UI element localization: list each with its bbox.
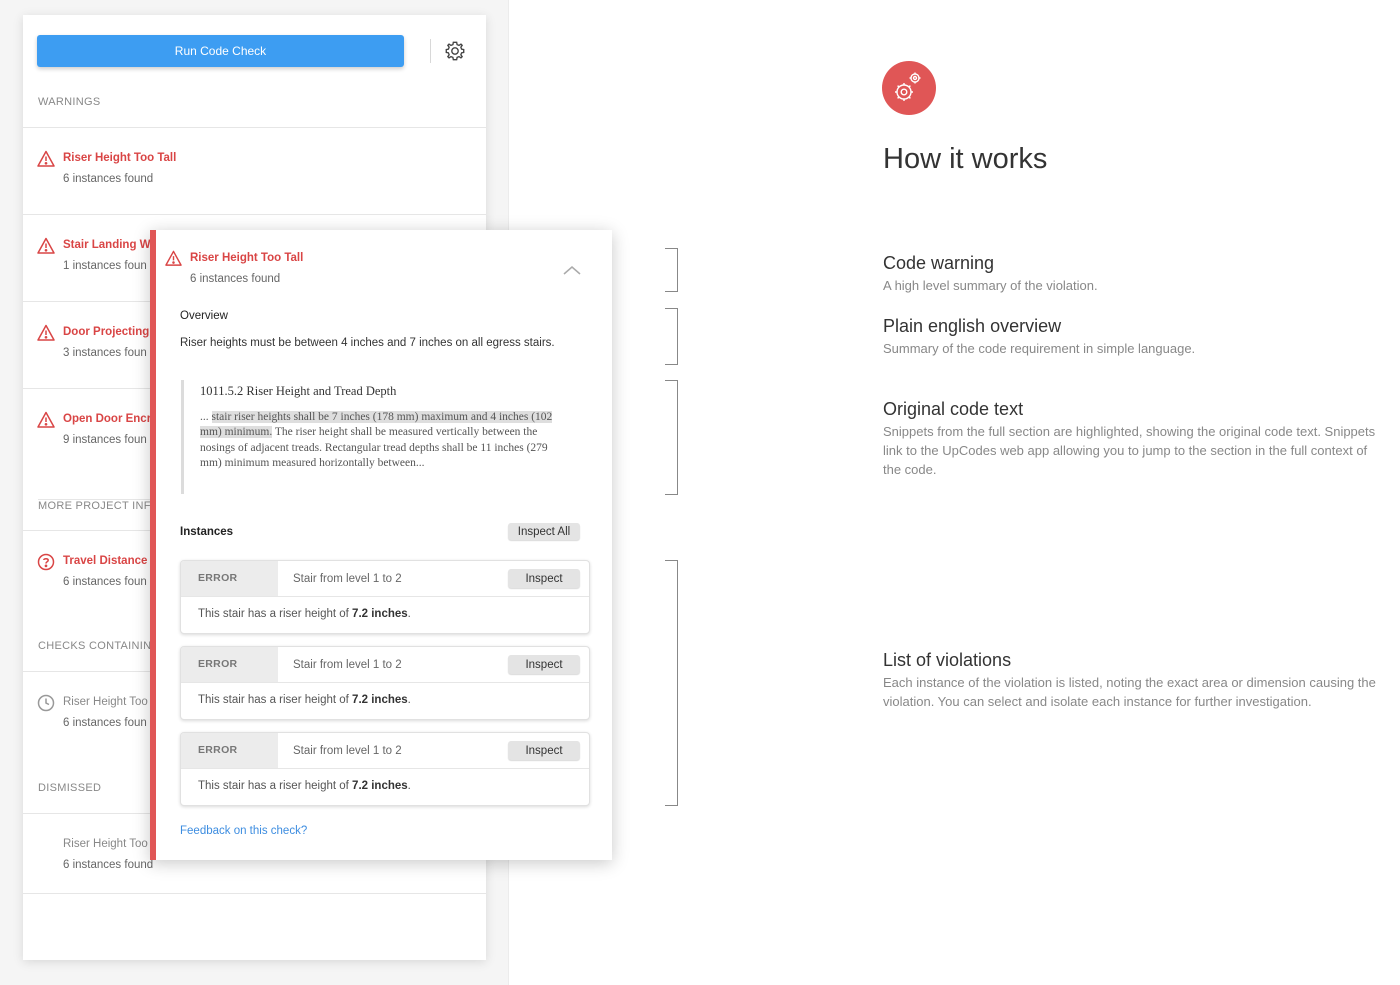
instance-card[interactable]: ERROR Stair from level 1 to 2 Inspect Th…: [180, 646, 590, 720]
instance-header: ERROR Stair from level 1 to 2 Inspect: [181, 561, 589, 597]
checks-containing-header: CHECKS CONTAINING: [38, 640, 161, 652]
settings-gear-icon[interactable]: [444, 40, 466, 62]
bracket-code-text: [665, 380, 678, 495]
instance-location: Stair from level 1 to 2: [293, 745, 402, 757]
warning-count: 3 instances foun: [63, 347, 147, 359]
code-prefix: ...: [200, 411, 212, 423]
detail-count: 6 instances found: [190, 273, 281, 285]
inspect-all-button[interactable]: Inspect All: [508, 523, 580, 540]
question-circle-icon: [37, 553, 55, 571]
warning-title: Stair Landing Wi: [63, 239, 154, 251]
detail-title: Riser Height Too Tall: [190, 252, 304, 264]
inspect-button[interactable]: Inspect: [508, 655, 580, 674]
dismissed-title: Riser Height Too: [63, 838, 148, 850]
instance-header: ERROR Stair from level 1 to 2 Inspect: [181, 647, 589, 683]
annotation-desc: A high level summary of the violation.: [883, 278, 1098, 293]
checks-count: 6 instances foun: [63, 717, 147, 729]
overview-text: Riser heights must be between 4 inches a…: [180, 337, 555, 349]
warning-triangle-icon: [165, 250, 182, 266]
annotation-title: Original code text: [883, 399, 1024, 419]
instance-location: Stair from level 1 to 2: [293, 659, 402, 671]
instance-header: ERROR Stair from level 1 to 2 Inspect: [181, 733, 589, 769]
annotation-title: List of violations: [883, 650, 1012, 670]
list-divider: [23, 893, 486, 895]
instance-card[interactable]: ERROR Stair from level 1 to 2 Inspect Th…: [180, 732, 590, 806]
overview-label: Overview: [180, 310, 228, 322]
more-info-count: 6 instances foun: [63, 576, 147, 588]
clock-icon: [37, 694, 55, 712]
warning-triangle-icon: [37, 324, 55, 341]
run-code-check-button[interactable]: Run Code Check: [37, 35, 404, 67]
warning-title: Open Door Encro: [63, 413, 159, 425]
bracket-violations: [665, 560, 678, 806]
instance-message: This stair has a riser height of 7.2 inc…: [198, 608, 411, 620]
annotation-desc: Summary of the code requirement in simpl…: [883, 341, 1196, 356]
instance-type: ERROR: [181, 733, 278, 768]
original-code-block: 1011.5.2 Riser Height and Tread Depth ..…: [181, 380, 564, 494]
gears-icon: [882, 61, 936, 115]
warning-title: Door Projecting: [63, 326, 150, 338]
warning-title: Riser Height Too Tall: [63, 152, 177, 164]
inspect-button[interactable]: Inspect: [508, 569, 580, 588]
severity-bar: [150, 230, 156, 860]
dismissed-header: DISMISSED: [38, 782, 102, 794]
annotation-title: Code warning: [883, 253, 995, 273]
instance-type: ERROR: [181, 647, 278, 682]
warning-count: 6 instances found: [63, 173, 154, 185]
instance-location: Stair from level 1 to 2: [293, 573, 402, 585]
toolbar-divider: [430, 39, 431, 63]
code-snippet: ... stair riser heights shall be 7 inche…: [200, 410, 560, 471]
instance-message: This stair has a riser height of 7.2 inc…: [198, 780, 411, 792]
more-project-info-header: MORE PROJECT INFO: [38, 499, 160, 512]
instance-message: This stair has a riser height of 7.2 inc…: [198, 694, 411, 706]
warning-count: 1 instances foun: [63, 260, 147, 272]
warning-triangle-icon: [37, 411, 55, 428]
inspect-button[interactable]: Inspect: [508, 741, 580, 760]
annotation-desc: Each instance of the violation is listed…: [883, 675, 1376, 709]
more-info-title: Travel Distance: [63, 555, 148, 567]
warning-count: 9 instances foun: [63, 434, 147, 446]
bracket-code-warning: [665, 248, 678, 292]
warning-triangle-icon: [37, 237, 55, 254]
warning-item[interactable]: Riser Height Too Tall 6 instances found: [23, 127, 486, 208]
warnings-header: WARNINGS: [38, 96, 101, 108]
code-section-title: 1011.5.2 Riser Height and Tread Depth: [200, 384, 397, 398]
warning-triangle-icon: [37, 150, 55, 167]
checks-title: Riser Height Too: [63, 696, 148, 708]
feedback-link[interactable]: Feedback on this check?: [180, 825, 307, 837]
annotation-title: Plain english overview: [883, 316, 1062, 336]
chevron-up-icon[interactable]: [562, 264, 582, 276]
bracket-overview: [665, 308, 678, 365]
instance-type: ERROR: [181, 561, 278, 596]
dismissed-count: 6 instances found: [63, 859, 154, 871]
annotation-desc: Snippets from the full section are highl…: [883, 424, 1376, 477]
instances-label: Instances: [180, 526, 234, 538]
instance-card[interactable]: ERROR Stair from level 1 to 2 Inspect Th…: [180, 560, 590, 634]
check-detail-card: Riser Height Too Tall 6 instances found …: [150, 230, 612, 860]
how-it-works-title: How it works: [883, 143, 1048, 175]
